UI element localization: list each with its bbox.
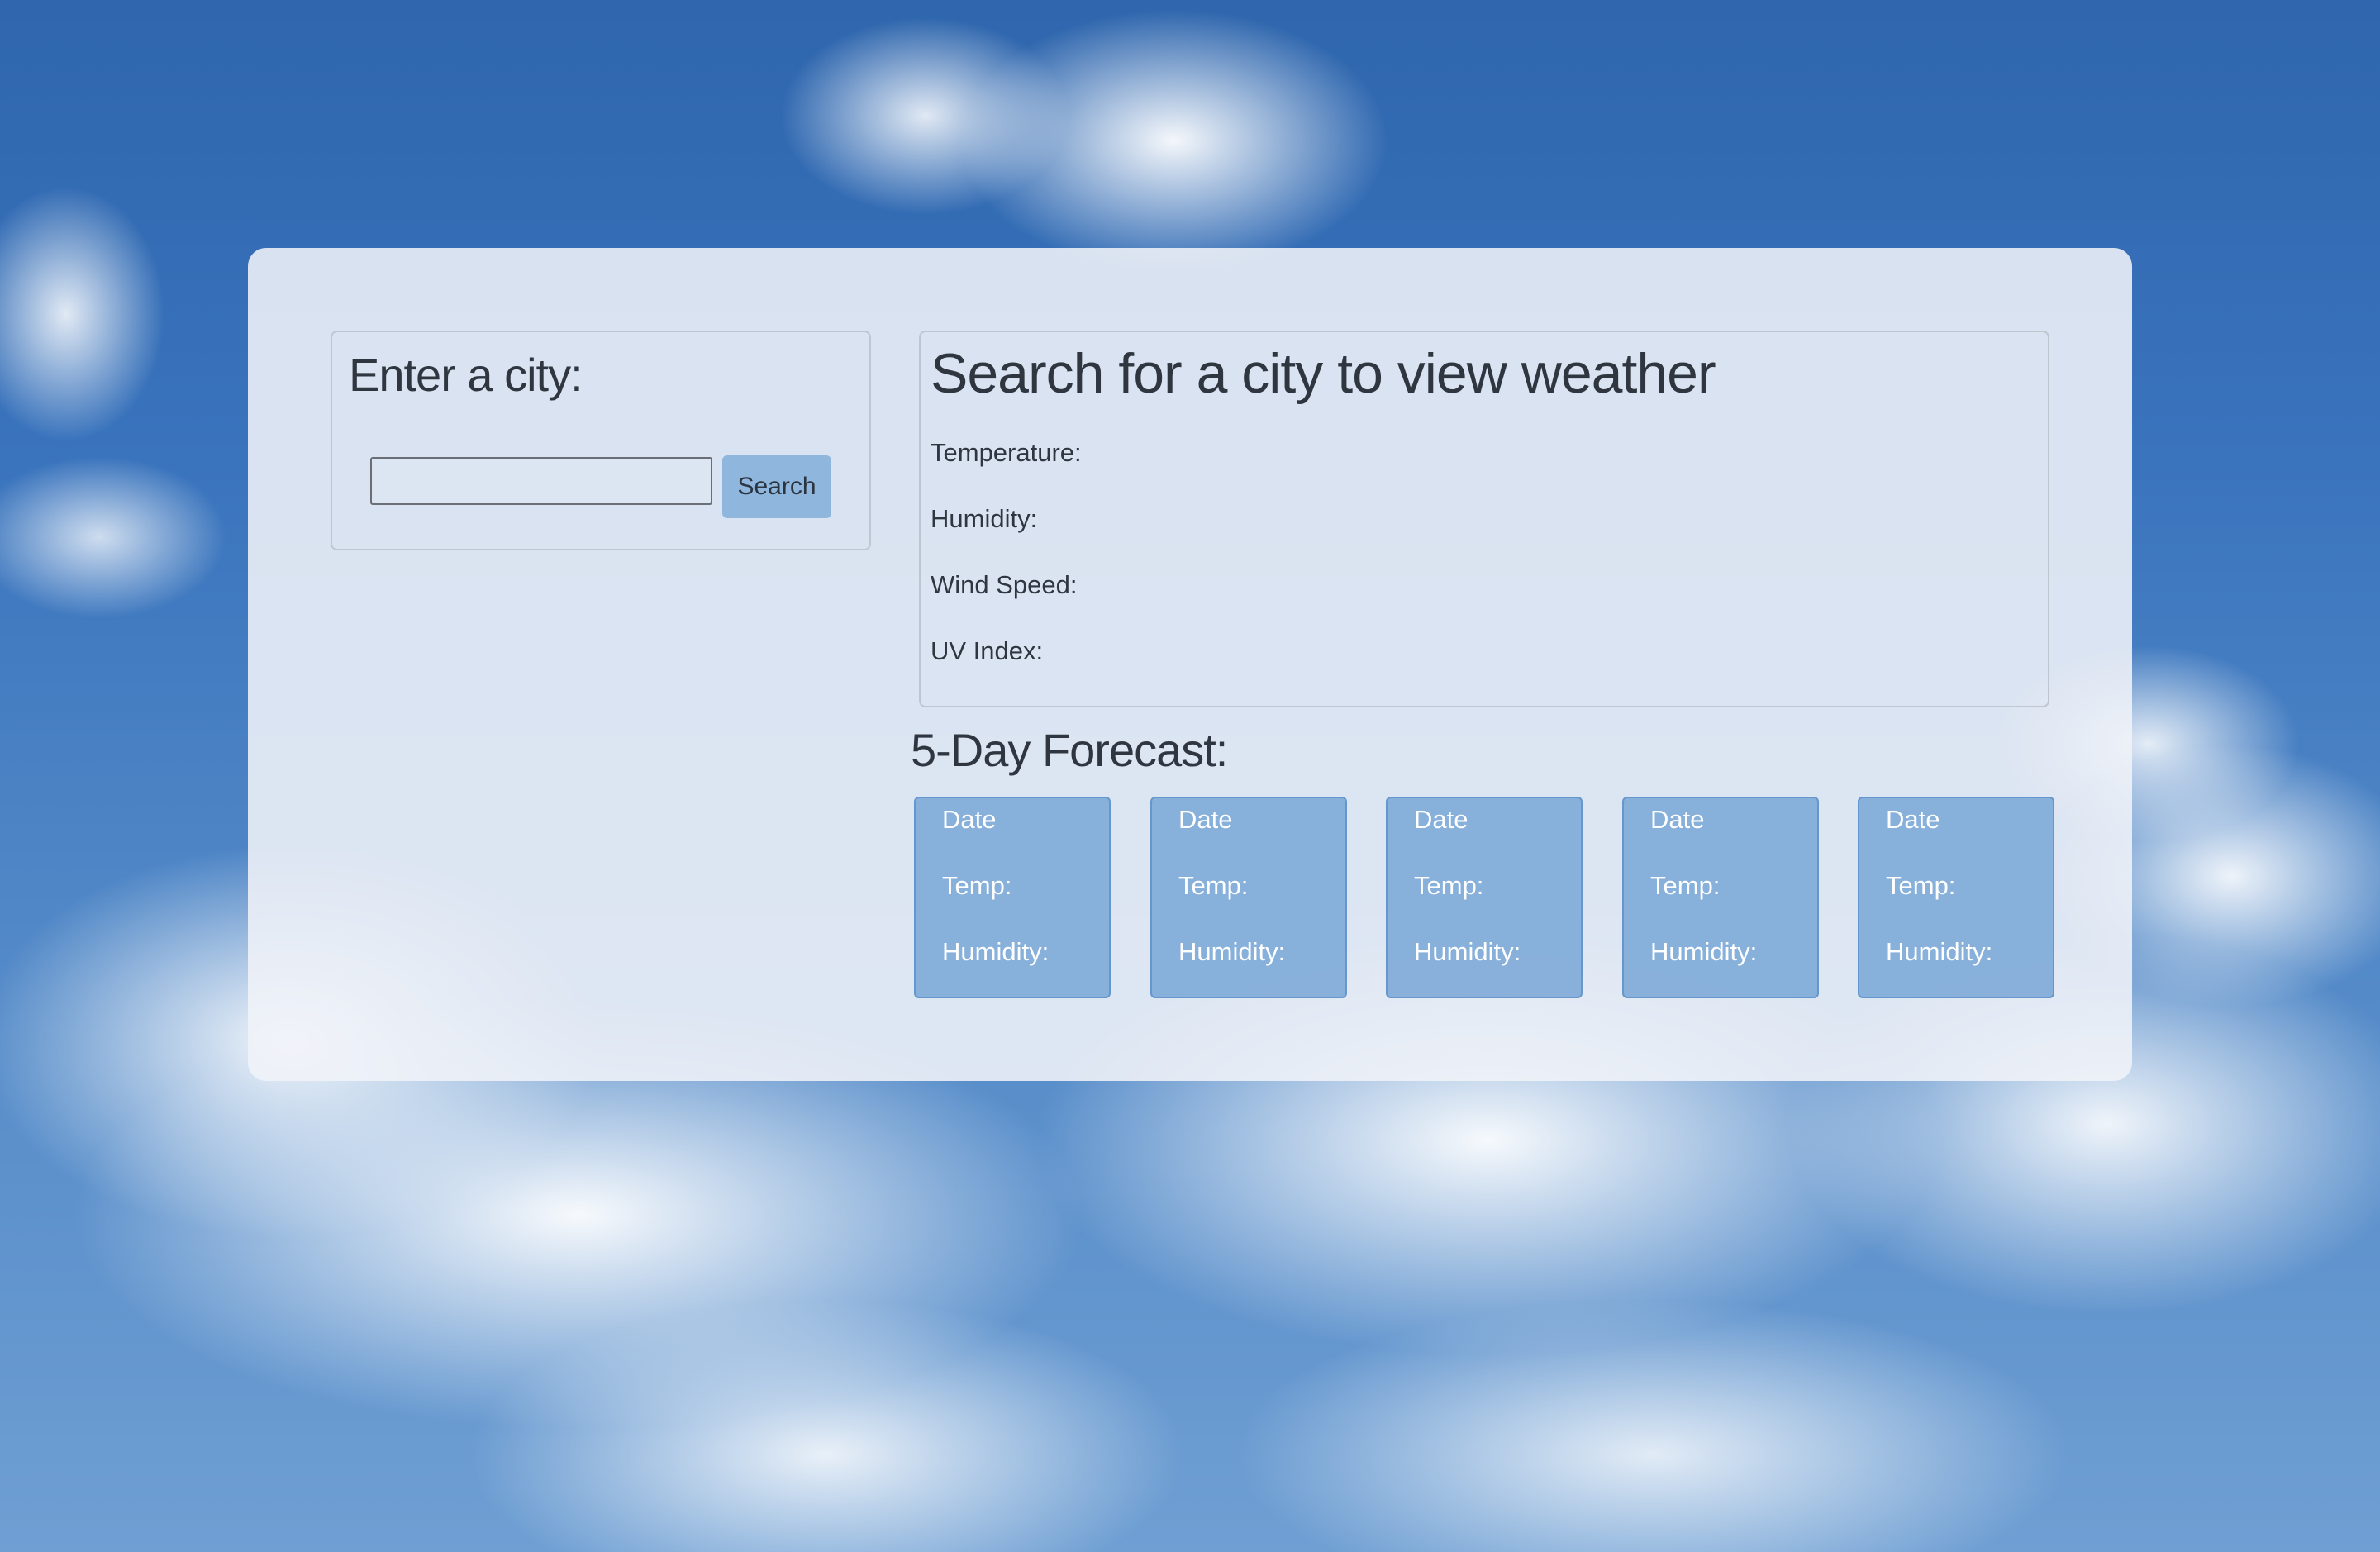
city-search-input[interactable] xyxy=(370,457,712,505)
forecast-humidity: Humidity: xyxy=(942,937,1050,966)
main-container: Enter a city: Search Search for a city t… xyxy=(248,248,2132,1081)
search-heading: Enter a city: xyxy=(349,349,583,401)
uv-index-field: UV Index: xyxy=(931,636,1044,665)
forecast-humidity: Humidity: xyxy=(1886,937,1993,966)
forecast-temp: Temp: xyxy=(1886,871,1956,900)
temperature-field: Temperature: xyxy=(931,438,1082,467)
forecast-card: Date Temp: Humidity: xyxy=(1858,797,2054,998)
search-button[interactable]: Search xyxy=(722,455,831,518)
forecast-temp: Temp: xyxy=(942,871,1012,900)
forecast-heading: 5-Day Forecast: xyxy=(911,724,1228,776)
wind-speed-field: Wind Speed: xyxy=(931,570,1078,599)
forecast-temp: Temp: xyxy=(1414,871,1484,900)
weather-heading: Search for a city to view weather xyxy=(931,342,1716,405)
forecast-humidity: Humidity: xyxy=(1178,937,1286,966)
humidity-field: Humidity: xyxy=(931,504,1038,533)
current-weather-panel: Search for a city to view weather Temper… xyxy=(919,331,2049,707)
forecast-card: Date Temp: Humidity: xyxy=(1150,797,1347,998)
forecast-date: Date xyxy=(1650,805,1705,834)
forecast-humidity: Humidity: xyxy=(1650,937,1758,966)
forecast-card: Date Temp: Humidity: xyxy=(1622,797,1819,998)
city-search-panel: Enter a city: Search xyxy=(331,331,871,550)
forecast-date: Date xyxy=(1178,805,1233,834)
forecast-card: Date Temp: Humidity: xyxy=(914,797,1111,998)
forecast-date: Date xyxy=(942,805,997,834)
forecast-temp: Temp: xyxy=(1178,871,1249,900)
forecast-humidity: Humidity: xyxy=(1414,937,1521,966)
forecast-temp: Temp: xyxy=(1650,871,1721,900)
forecast-card: Date Temp: Humidity: xyxy=(1386,797,1583,998)
forecast-date: Date xyxy=(1414,805,1468,834)
forecast-date: Date xyxy=(1886,805,1940,834)
